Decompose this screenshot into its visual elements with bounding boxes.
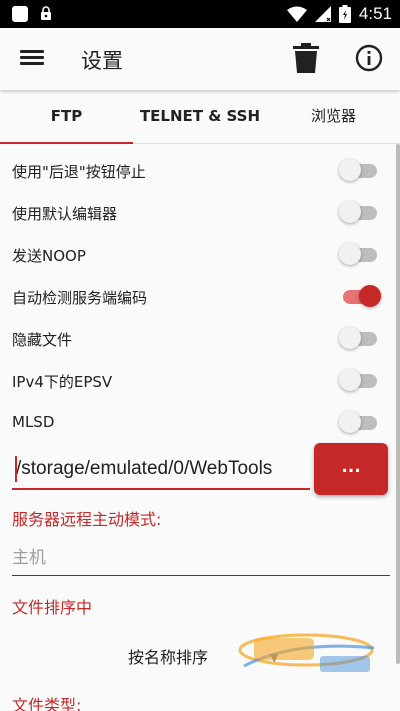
setting-label: 使用默认编辑器 xyxy=(12,205,118,223)
toggle-auto-encoding[interactable] xyxy=(339,284,381,308)
status-time: 4:51 xyxy=(358,4,392,23)
toggle-hidden-files[interactable] xyxy=(339,326,379,350)
battery-icon xyxy=(338,5,351,23)
setting-row-send-noop[interactable]: 发送NOOP xyxy=(0,233,396,275)
app-bar: 设置 xyxy=(0,28,400,90)
setting-label: 自动检测服务端编码 xyxy=(12,289,148,307)
toggle-send-noop[interactable] xyxy=(339,242,379,266)
page-title: 设置 xyxy=(81,49,123,73)
host-input[interactable] xyxy=(12,540,390,576)
server-mode-heading: 服务器远程主动模式: xyxy=(12,510,162,529)
tab-bar: FTP TELNET & SSH 浏览器 xyxy=(0,90,400,144)
setting-row-auto-encoding[interactable]: 自动检测服务端编码 xyxy=(0,275,396,317)
toggle-default-editor[interactable] xyxy=(339,200,379,224)
setting-label: MLSD xyxy=(12,413,55,431)
setting-row-mlsd[interactable]: MLSD xyxy=(0,401,396,443)
browse-button[interactable]: ... xyxy=(314,443,388,495)
toggle-mlsd[interactable] xyxy=(339,410,379,434)
setting-row-back-stop[interactable]: 使用"后退"按钮停止 xyxy=(0,149,396,191)
watermark-logo xyxy=(238,633,375,672)
tab-ftp[interactable]: FTP xyxy=(0,90,133,144)
wifi-icon xyxy=(286,6,307,22)
setting-label: 发送NOOP xyxy=(12,247,86,265)
menu-icon[interactable] xyxy=(20,47,44,71)
setting-label: 使用"后退"按钮停止 xyxy=(12,163,146,181)
status-bar: 4:51 xyxy=(0,0,400,28)
toggle-epsv[interactable] xyxy=(339,368,379,392)
tab-telnet-ssh[interactable]: TELNET & SSH xyxy=(133,90,267,144)
file-types-heading: 文件类型: xyxy=(12,696,82,711)
setting-row-default-editor[interactable]: 使用默认编辑器 xyxy=(0,191,396,233)
setting-row-hidden-files[interactable]: 隐藏文件 xyxy=(0,317,396,359)
text-cursor xyxy=(15,456,17,482)
lock-icon xyxy=(41,6,51,20)
trash-icon[interactable] xyxy=(293,43,319,73)
sort-select[interactable]: 按名称排序 xyxy=(128,644,208,668)
path-input[interactable] xyxy=(12,450,310,490)
sorting-heading: 文件排序中 xyxy=(12,598,93,617)
notification-icon xyxy=(12,6,28,22)
signal-icon xyxy=(314,6,331,22)
tab-browser[interactable]: 浏览器 xyxy=(267,90,400,144)
setting-label: 隐藏文件 xyxy=(12,331,73,349)
setting-label: IPv4下的EPSV xyxy=(12,373,113,391)
toggle-back-stop[interactable] xyxy=(339,158,379,182)
info-icon[interactable] xyxy=(355,44,383,72)
setting-row-epsv[interactable]: IPv4下的EPSV xyxy=(0,359,396,401)
scrollbar[interactable] xyxy=(396,144,400,664)
